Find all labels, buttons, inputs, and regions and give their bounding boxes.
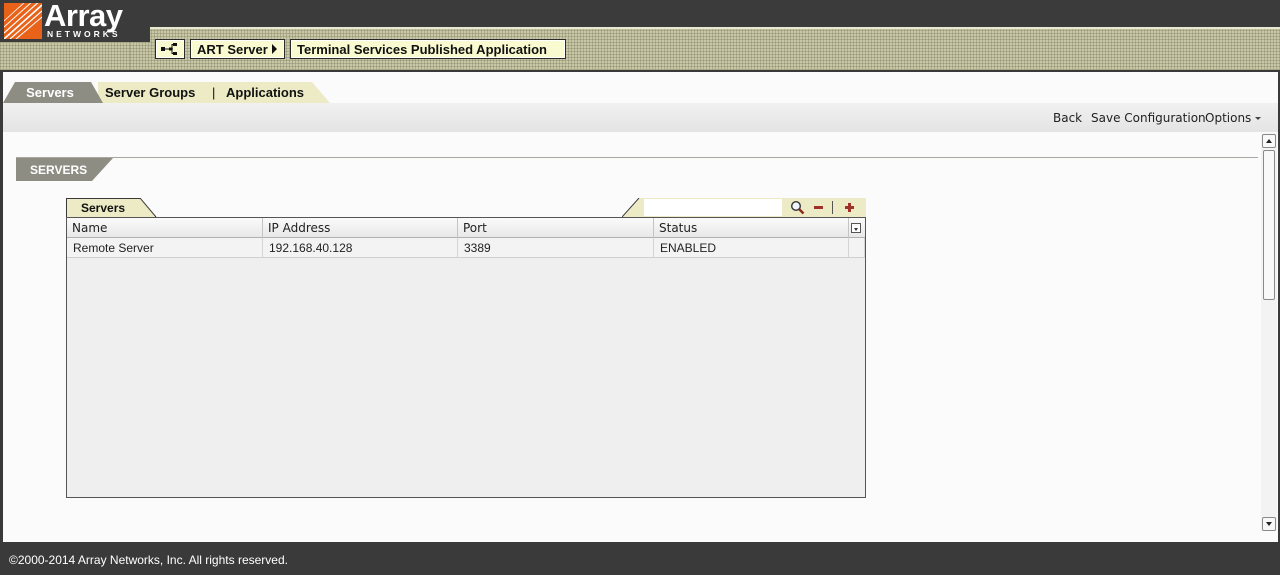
search-button[interactable] [789, 199, 805, 215]
scroll-down-button[interactable] [1262, 517, 1276, 531]
tab-server-groups[interactable]: Server Groups [105, 82, 195, 103]
remove-icon [813, 205, 823, 209]
grid-body: Name IP Address Port Status Remote Serve… [66, 217, 866, 498]
main-panel: Servers Server Groups | Applications Bac… [3, 72, 1278, 542]
cell-ip-address: 192.168.40.128 [263, 238, 458, 257]
header-pattern-left [0, 40, 150, 70]
arrow-down-icon [1266, 522, 1272, 526]
chevron-right-icon [271, 44, 277, 54]
column-header-status[interactable]: Status [654, 218, 849, 238]
toolbar-separator [832, 201, 833, 214]
grid-toolbar [622, 198, 866, 217]
options-label: Options [1205, 111, 1252, 125]
column-header-ip-address[interactable]: IP Address [263, 218, 458, 238]
save-configuration-button[interactable]: Save Configuration [1091, 111, 1206, 125]
table-row[interactable]: Remote Server 192.168.40.128 3389 ENABLE… [67, 238, 865, 258]
logo-subtext: NETWORKS [47, 29, 121, 39]
options-menu-button[interactable]: Options [1205, 111, 1262, 125]
breadcrumb-label: ART Server [197, 41, 268, 57]
grid-header-row: Name IP Address Port Status [67, 218, 865, 238]
add-button[interactable] [841, 199, 857, 215]
tab-applications[interactable]: Applications [226, 82, 304, 103]
breadcrumb-current-page[interactable]: Terminal Services Published Application [290, 39, 566, 59]
chevron-down-icon [1255, 117, 1262, 120]
column-header-port[interactable]: Port [458, 218, 654, 238]
back-button[interactable]: Back [1053, 111, 1082, 125]
section-title: SERVERS [16, 158, 113, 181]
cell-name: Remote Server [67, 238, 263, 257]
arrow-up-icon [1266, 139, 1272, 143]
breadcrumb-home-button[interactable] [155, 39, 185, 59]
vertical-scrollbar[interactable] [1261, 133, 1277, 531]
column-chooser-button[interactable] [849, 218, 865, 238]
tab-bar: Servers Server Groups | Applications [3, 82, 333, 103]
remove-button[interactable] [810, 199, 826, 215]
network-tree-icon [161, 43, 177, 55]
search-icon [790, 200, 804, 214]
top-header: Array NETWORKS ART Server Terminal Servi… [0, 0, 1280, 70]
copyright-text: ©2000-2014 Array Networks, Inc. All righ… [9, 553, 288, 567]
breadcrumb-label: Terminal Services Published Application [297, 41, 547, 57]
array-logo-icon [4, 3, 42, 39]
grid-toolbar-field [644, 199, 782, 216]
action-toolbar: Back Save Configuration Options [3, 103, 1278, 132]
footer: ©2000-2014 Array Networks, Inc. All righ… [0, 545, 1280, 575]
cell-port: 3389 [458, 238, 654, 257]
breadcrumb-art-server[interactable]: ART Server [190, 39, 285, 59]
grid-toolbar-edge [622, 198, 640, 217]
section-divider [16, 157, 1258, 158]
cell-status: ENABLED [654, 238, 849, 257]
scrollbar-thumb[interactable] [1263, 150, 1275, 300]
servers-grid: Servers Name IP Address Port Status Remo… [66, 198, 866, 498]
tab-separator: | [212, 85, 216, 100]
tab-servers[interactable]: Servers [3, 82, 103, 103]
scroll-up-button[interactable] [1262, 134, 1276, 148]
grid-tab-edge [140, 198, 157, 217]
add-icon [844, 202, 854, 212]
cell-empty [849, 238, 865, 257]
column-header-name[interactable]: Name [67, 218, 263, 238]
column-chooser-icon [851, 223, 861, 233]
logo: Array NETWORKS [0, 0, 150, 42]
